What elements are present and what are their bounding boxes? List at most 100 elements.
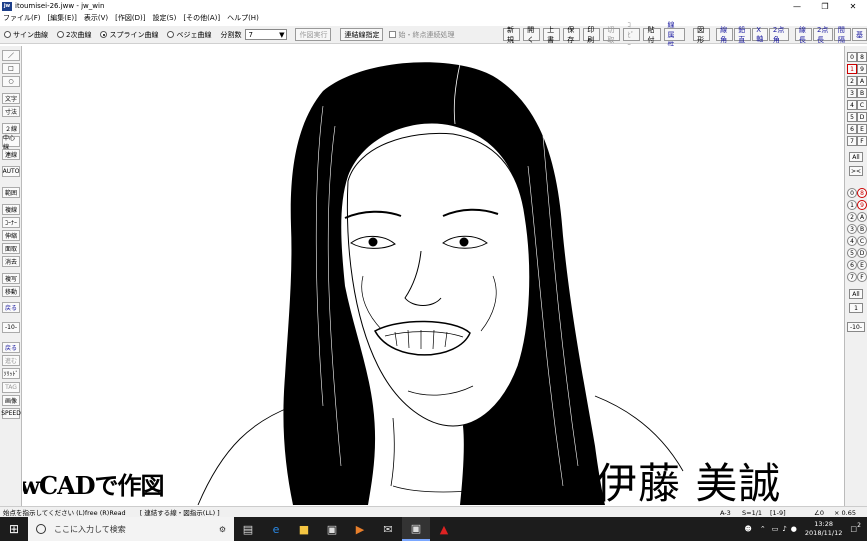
two-point-length-button[interactable]: 2点長	[812, 26, 833, 44]
layer-button-1[interactable]: 1	[847, 64, 857, 74]
tag-tool-button[interactable]: TAG	[2, 382, 20, 393]
file-explorer-icon[interactable]: ■	[290, 517, 318, 541]
mail-icon[interactable]: ✉	[374, 517, 402, 541]
layer-all-button[interactable]: All	[849, 152, 863, 162]
layer-button-5[interactable]: 5	[847, 112, 857, 122]
group-button-9[interactable]: 9	[857, 200, 867, 210]
erase-tool-button[interactable]: 消去	[2, 256, 20, 267]
people-icon[interactable]: ☻	[745, 525, 752, 533]
layer-button-c[interactable]: C	[857, 100, 867, 110]
corner-tool-button[interactable]: ｺｰﾅｰ	[2, 217, 20, 228]
execute-draw-button[interactable]: 作図実行	[295, 28, 332, 41]
layer-button-e[interactable]: E	[857, 124, 867, 134]
extend-tool-button[interactable]: 伸縮	[2, 230, 20, 241]
taskbar-clock[interactable]: 13:28 2018/11/12	[805, 520, 842, 538]
drawing-canvas[interactable]: JwCADで作図 伊藤 美誠	[23, 46, 844, 505]
windows-start-icon[interactable]: ⊞	[0, 517, 28, 541]
center-line-tool-button[interactable]: 中心線	[2, 135, 20, 151]
rectangle-tool-button[interactable]: □	[2, 63, 20, 74]
chevron-up-icon[interactable]: ⌃	[760, 525, 766, 533]
save-button[interactable]: 保存	[563, 26, 581, 44]
image-tool-button[interactable]: 画像	[2, 395, 20, 406]
two-point-angle-button[interactable]: 2点角	[768, 26, 789, 44]
text-tool-button[interactable]: 文字	[2, 93, 20, 104]
range-tool-button[interactable]: 範囲	[2, 187, 20, 198]
jwcad-taskbar-icon[interactable]: ▣	[402, 517, 430, 541]
line-attribute-button[interactable]: 線属性	[663, 21, 686, 49]
layer-button-b[interactable]: B	[857, 88, 867, 98]
shape-button[interactable]: 図形	[693, 26, 711, 44]
store-icon[interactable]: ▣	[318, 517, 346, 541]
line-angle-button[interactable]: 線角	[716, 26, 734, 44]
radio-bezier-curve[interactable]: ベジェ曲線	[167, 30, 211, 40]
group-ten-button[interactable]: -10-	[847, 322, 865, 332]
dimension-tool-button[interactable]: 寸法	[2, 106, 20, 117]
continuous-line-tool-button[interactable]: 連線	[2, 149, 20, 160]
notification-icon[interactable]: □ 2	[850, 522, 861, 533]
game-app-icon[interactable]: ▲	[430, 517, 458, 541]
group-all-button[interactable]: All	[849, 289, 863, 299]
group-button-7[interactable]: 7	[847, 272, 857, 282]
layer-button-2[interactable]: 2	[847, 76, 857, 86]
chamfer-tool-button[interactable]: 面取	[2, 243, 20, 254]
layer-ten-button[interactable]: -10-	[2, 322, 20, 333]
speed-tool-button[interactable]: SPEED	[1, 408, 21, 419]
offset-tool-button[interactable]: 複線	[2, 204, 20, 215]
layer-button-9[interactable]: 9	[857, 64, 867, 74]
auto-mode-button[interactable]: AUTO	[2, 166, 20, 177]
x-axis-button[interactable]: X軸	[752, 26, 768, 43]
line-tool-button[interactable]: ／	[2, 50, 20, 61]
endpoint-continuous-checkbox[interactable]: 始・終点連続処理	[389, 30, 454, 40]
network-icon[interactable]: ▭	[772, 525, 779, 533]
group-button-a[interactable]: A	[857, 212, 867, 222]
menu-edit[interactable]: [編集(E)]	[48, 13, 77, 23]
group-button-d[interactable]: D	[857, 248, 867, 258]
group-button-4[interactable]: 4	[847, 236, 857, 246]
close-button[interactable]: ✕	[839, 0, 867, 12]
menu-help[interactable]: ヘルプ(H)	[227, 13, 259, 23]
group-button-b[interactable]: B	[857, 224, 867, 234]
group-button-3[interactable]: 3	[847, 224, 857, 234]
minimize-button[interactable]: —	[783, 0, 811, 12]
maximize-button[interactable]: ❐	[811, 0, 839, 12]
new-button[interactable]: 新規	[503, 26, 521, 44]
layer-button-8[interactable]: 8	[857, 52, 867, 62]
group-button-1[interactable]: 1	[847, 200, 857, 210]
layer-button-a[interactable]: A	[857, 76, 867, 86]
group-button-2[interactable]: 2	[847, 212, 857, 222]
group-button-e[interactable]: E	[857, 260, 867, 270]
group-button-c[interactable]: C	[857, 236, 867, 246]
solid-tool-button[interactable]: ｿﾘｯﾄﾞ	[2, 368, 20, 379]
open-button[interactable]: 開く	[523, 26, 541, 44]
group-button-5[interactable]: 5	[847, 248, 857, 258]
radio-sine-curve[interactable]: サイン曲線	[4, 30, 48, 40]
group-button-8[interactable]: 8	[857, 188, 867, 198]
layer-button-4[interactable]: 4	[847, 100, 857, 110]
vertical-button[interactable]: 鉛直	[734, 26, 752, 44]
copy-tool-button[interactable]: 複写	[2, 273, 20, 284]
print-button[interactable]: 印刷	[583, 26, 601, 44]
copy-button[interactable]: ｺﾋﾟｰ	[623, 21, 641, 49]
menu-settings[interactable]: 設定(S)	[152, 13, 176, 23]
group-button-0[interactable]: 0	[847, 188, 857, 198]
radio-spline-curve[interactable]: スプライン曲線	[100, 30, 158, 40]
overwrite-button[interactable]: 上書	[543, 26, 561, 44]
task-view-icon[interactable]: ▤	[234, 517, 262, 541]
circle-tool-button[interactable]: ○	[2, 76, 20, 87]
volume-icon[interactable]: ♪	[782, 525, 786, 533]
menu-view[interactable]: 表示(V)	[84, 13, 108, 23]
undo-tool-button[interactable]: 戻る	[2, 302, 20, 313]
menu-other[interactable]: [その他(A)]	[183, 13, 220, 23]
move-tool-button[interactable]: 移動	[2, 286, 20, 297]
connect-line-button[interactable]: 連結線指定	[340, 28, 384, 41]
cut-button[interactable]: 切取	[603, 26, 621, 44]
base-button[interactable]: 基	[851, 28, 867, 41]
media-player-icon[interactable]: ▶	[346, 517, 374, 541]
layer-button-0[interactable]: 0	[847, 52, 857, 62]
group-one-button[interactable]: 1	[849, 303, 863, 313]
edge-browser-icon[interactable]: e	[262, 517, 290, 541]
layer-toggle-button[interactable]: ><	[849, 166, 863, 176]
redo-button[interactable]: 進む	[2, 355, 20, 366]
menu-draw[interactable]: [作図(D)]	[115, 13, 145, 23]
undo-button[interactable]: 戻る	[2, 342, 20, 353]
